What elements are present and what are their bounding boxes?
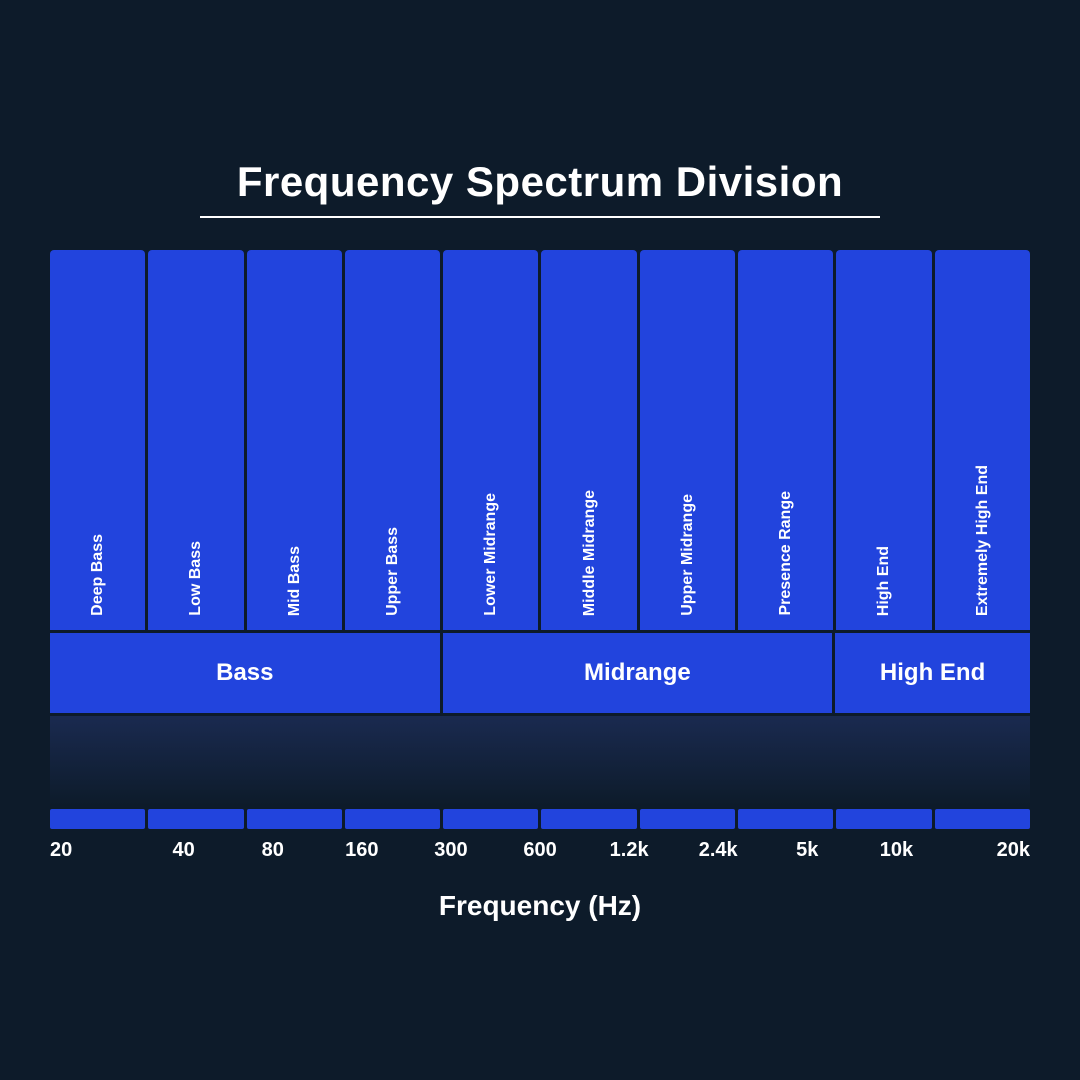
sub-band-label-9: Extremely High End — [973, 465, 992, 616]
main-band-high-end: High End — [835, 633, 1030, 713]
sub-band-8: High End — [836, 250, 931, 630]
main-band-bass: Bass — [50, 633, 440, 713]
sub-band-3: Upper Bass — [345, 250, 440, 630]
sub-band-6: Upper Midrange — [640, 250, 735, 630]
freq-label-160: 160 — [317, 839, 406, 862]
freq-label-1.2k: 1.2k — [585, 839, 674, 862]
sub-band-label-3: Upper Bass — [383, 527, 402, 616]
main-band-midrange: Midrange — [443, 633, 833, 713]
freq-marker-1 — [148, 809, 243, 829]
sub-band-4: Lower Midrange — [443, 250, 538, 630]
sub-band-label-5: Middle Midrange — [580, 490, 599, 616]
sub-bands-row: Deep Bass Low Bass Mid Bass Upper Bass Lower… — [50, 250, 1030, 630]
freq-marker-4 — [443, 809, 538, 829]
freq-marker-2 — [247, 809, 342, 829]
freq-label-2.4k: 2.4k — [674, 839, 763, 862]
freq-marker-3 — [345, 809, 440, 829]
freq-marker-6 — [640, 809, 735, 829]
sub-band-label-1: Low Bass — [186, 541, 205, 616]
freq-marker-8 — [836, 809, 931, 829]
freq-labels-row: 2040801603006001.2k2.4k5k10k20k — [50, 839, 1030, 862]
sub-band-1: Low Bass — [148, 250, 243, 630]
freq-label-40: 40 — [139, 839, 228, 862]
freq-marker-5 — [541, 809, 636, 829]
main-container: Frequency Spectrum Division Deep Bass Low… — [50, 158, 1030, 922]
sub-band-label-2: Mid Bass — [285, 546, 304, 616]
sub-band-5: Middle Midrange — [541, 250, 636, 630]
gradient-area — [50, 716, 1030, 806]
freq-marker-0 — [50, 809, 145, 829]
title-underline — [200, 216, 880, 218]
freq-marker-9 — [935, 809, 1030, 829]
sub-band-label-0: Deep Bass — [88, 534, 107, 616]
x-axis-title: Frequency (Hz) — [439, 890, 641, 922]
chart-title: Frequency Spectrum Division — [237, 158, 843, 206]
freq-marker-7 — [738, 809, 833, 829]
freq-label-10k: 10k — [852, 839, 941, 862]
freq-label-300: 300 — [406, 839, 495, 862]
sub-band-7: Presence Range — [738, 250, 833, 630]
freq-markers-row — [50, 809, 1030, 829]
sub-band-label-6: Upper Midrange — [678, 494, 697, 616]
freq-label-20k: 20k — [941, 839, 1030, 862]
main-band-label-0: Bass — [216, 659, 273, 687]
main-bands-row: Bass Midrange High End — [50, 633, 1030, 713]
chart-area: Deep Bass Low Bass Mid Bass Upper Bass Lower… — [50, 250, 1030, 862]
main-band-label-1: Midrange — [584, 659, 691, 687]
sub-band-9: Extremely High End — [935, 250, 1030, 630]
freq-label-5k: 5k — [763, 839, 852, 862]
freq-label-80: 80 — [228, 839, 317, 862]
main-band-label-2: High End — [880, 659, 985, 687]
sub-band-label-4: Lower Midrange — [481, 493, 500, 616]
freq-label-600: 600 — [495, 839, 584, 862]
sub-band-label-7: Presence Range — [776, 491, 795, 616]
freq-label-20: 20 — [50, 839, 139, 862]
sub-band-label-8: High End — [874, 546, 893, 616]
sub-band-0: Deep Bass — [50, 250, 145, 630]
sub-band-2: Mid Bass — [247, 250, 342, 630]
